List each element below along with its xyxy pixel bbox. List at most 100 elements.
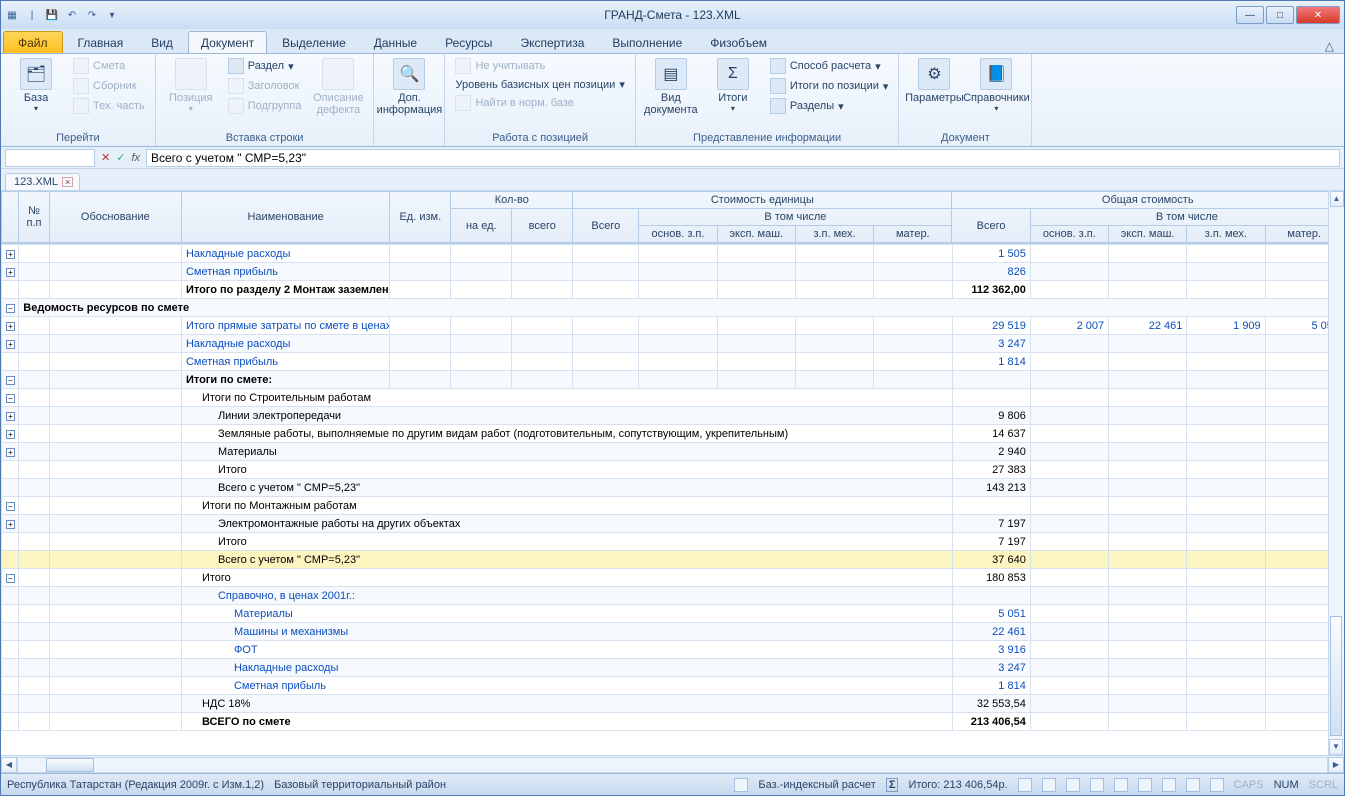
status-icon[interactable] [1162, 778, 1176, 792]
qat-dropdown-icon[interactable]: ▾ [105, 8, 119, 22]
refs-button[interactable]: 📘Справочники▾ [967, 56, 1025, 113]
table-row[interactable]: +Материалы2 940 [2, 443, 1344, 461]
pricelevel-button[interactable]: Уровень базисных цен позиции ▾ [451, 76, 628, 93]
subgroup-button[interactable]: Подгруппа [224, 96, 306, 116]
sigma-icon: Σ [886, 778, 899, 792]
table-row[interactable]: −Итого180 853 [2, 569, 1344, 587]
ribbon-tab[interactable]: Документ [188, 31, 267, 53]
status-icon[interactable] [1042, 778, 1056, 792]
status-icon[interactable] [1066, 778, 1080, 792]
ribbon-tab[interactable]: Физобъем [697, 31, 780, 53]
ribbon-tabrow: Файл ГлавнаяВидДокументВыделениеДанныеРе… [1, 29, 1344, 53]
findnorm-button[interactable]: Найти в норм. базе [451, 93, 628, 113]
close-button[interactable]: ✕ [1296, 6, 1340, 24]
table-row[interactable]: +Накладные расходы1 505 [2, 245, 1344, 263]
ribbon-tab[interactable]: Главная [65, 31, 137, 53]
table-row[interactable]: Машины и механизмы22 461 [2, 623, 1344, 641]
qat-sep: | [25, 8, 39, 22]
table-row[interactable]: −Итоги по смете: [2, 371, 1344, 389]
grid-area: № п.п Обоснование Наименование Ед. изм. … [1, 191, 1344, 755]
ribbon-tab[interactable]: Вид [138, 31, 186, 53]
table-row[interactable]: Справочно, в ценах 2001г.: [2, 587, 1344, 605]
position-button[interactable]: Позиция▾ [162, 56, 220, 113]
cancel-icon[interactable]: ✕ [101, 151, 110, 164]
vertical-scrollbar[interactable]: ▲ ▼ [1328, 191, 1344, 755]
table-row[interactable]: +Итого прямые затраты по смете в ценах 2… [2, 317, 1344, 335]
caps-indicator: CAPS [1234, 779, 1264, 791]
doc-tab[interactable]: 123.XML× [5, 173, 80, 190]
totals-button[interactable]: ΣИтоги▾ [704, 56, 762, 113]
table-row[interactable]: ВСЕГО по смете213 406,54 [2, 713, 1344, 731]
sections-button[interactable]: Разделы ▾ [766, 96, 893, 116]
qat-save-icon[interactable]: 💾 [45, 8, 59, 22]
section-button[interactable]: Раздел ▾ [224, 56, 306, 76]
status-icon[interactable] [1090, 778, 1104, 792]
ribbon-tab[interactable]: Данные [361, 31, 430, 53]
status-region: Республика Татарстан (Редакция 2009г. с … [7, 779, 264, 791]
collection-button[interactable]: Сборник [69, 76, 149, 96]
table-row[interactable]: +Электромонтажные работы на других объек… [2, 515, 1344, 533]
ribbon: 🗂База▾ Смета Сборник Тех. часть Перейти … [1, 53, 1344, 147]
formula-input[interactable]: Всего с учетом " СМР=5,23" [146, 149, 1340, 167]
status-icon[interactable] [1210, 778, 1224, 792]
table-row[interactable]: +Накладные расходы3 247 [2, 335, 1344, 353]
ribbon-tab[interactable]: Выделение [269, 31, 359, 53]
qat-undo-icon[interactable]: ↶ [65, 8, 79, 22]
ribbon-collapse-icon[interactable]: △ [1325, 39, 1334, 53]
noaccount-button[interactable]: Не учитывать [451, 56, 628, 76]
table-row[interactable]: НДС 18%32 553,54 [2, 695, 1344, 713]
document-tabs: 123.XML× [1, 169, 1344, 191]
close-doc-icon[interactable]: × [62, 177, 73, 187]
status-zone: Базовый территориальный район [274, 779, 446, 791]
ribbon-tab[interactable]: Экспертиза [507, 31, 597, 53]
titlebar: ▦ | 💾 ↶ ↷ ▾ ГРАНД-Смета - 123.XML — □ ✕ [1, 1, 1344, 29]
header-button[interactable]: Заголовок [224, 76, 306, 96]
defect-button[interactable]: Описание дефекта [309, 56, 367, 116]
table-row[interactable]: +Сметная прибыль826 [2, 263, 1344, 281]
status-calc-icon [734, 778, 748, 792]
status-icon[interactable] [1186, 778, 1200, 792]
status-icon[interactable] [1138, 778, 1152, 792]
table-row[interactable]: Итого7 197 [2, 533, 1344, 551]
tech-button[interactable]: Тех. часть [69, 96, 149, 116]
fx-icon[interactable]: fx [131, 152, 140, 164]
minimize-button[interactable]: — [1236, 6, 1264, 24]
table-row[interactable]: ФОТ3 916 [2, 641, 1344, 659]
ribbon-tab[interactable]: Выполнение [599, 31, 695, 53]
table-row[interactable]: Итого27 383 [2, 461, 1344, 479]
calcway-button[interactable]: Способ расчета ▾ [766, 56, 893, 76]
params-button[interactable]: ⚙Параметры [905, 56, 963, 104]
scrl-indicator: SCRL [1309, 779, 1338, 791]
accept-icon[interactable]: ✓ [116, 151, 125, 164]
table-row[interactable]: Сметная прибыль1 814 [2, 677, 1344, 695]
bypos-button[interactable]: Итоги по позиции ▾ [766, 76, 893, 96]
grid-body[interactable]: +Накладные расходы1 505+Сметная прибыль8… [1, 244, 1344, 755]
status-total: Итого: 213 406,54р. [908, 779, 1007, 791]
table-row[interactable]: −Итоги по Строительным работам [2, 389, 1344, 407]
status-icon[interactable] [1018, 778, 1032, 792]
file-tab[interactable]: Файл [3, 31, 63, 53]
status-icon[interactable] [1114, 778, 1128, 792]
table-row[interactable]: +Линии электропередачи9 806 [2, 407, 1344, 425]
table-row[interactable]: +Земляные работы, выполняемые по другим … [2, 425, 1344, 443]
ribbon-tab[interactable]: Ресурсы [432, 31, 505, 53]
table-row[interactable]: −Ведомость ресурсов по смете [2, 299, 1344, 317]
app-icon: ▦ [5, 8, 19, 22]
formula-bar: ✕ ✓ fx Всего с учетом " СМР=5,23" [1, 147, 1344, 169]
viewdoc-button[interactable]: ▤Вид документа [642, 56, 700, 116]
status-calc: Баз.-индексный расчет [758, 779, 875, 791]
addinfo-button[interactable]: 🔍Доп. информация [380, 56, 438, 116]
table-row[interactable]: Итого по разделу 2 Монтаж заземления112 … [2, 281, 1344, 299]
qat-redo-icon[interactable]: ↷ [85, 8, 99, 22]
table-row[interactable]: Всего с учетом " СМР=5,23"37 640 [2, 551, 1344, 569]
table-row[interactable]: −Итоги по Монтажным работам [2, 497, 1344, 515]
table-row[interactable]: Материалы5 051 [2, 605, 1344, 623]
table-row[interactable]: Всего с учетом " СМР=5,23"143 213 [2, 479, 1344, 497]
table-row[interactable]: Накладные расходы3 247 [2, 659, 1344, 677]
maximize-button[interactable]: □ [1266, 6, 1294, 24]
table-row[interactable]: Сметная прибыль1 814 [2, 353, 1344, 371]
cell-address[interactable] [5, 149, 95, 167]
base-button[interactable]: 🗂База▾ [7, 56, 65, 113]
estimate-button[interactable]: Смета [69, 56, 149, 76]
horizontal-scrollbar[interactable]: ◀ ▶ [1, 755, 1344, 773]
